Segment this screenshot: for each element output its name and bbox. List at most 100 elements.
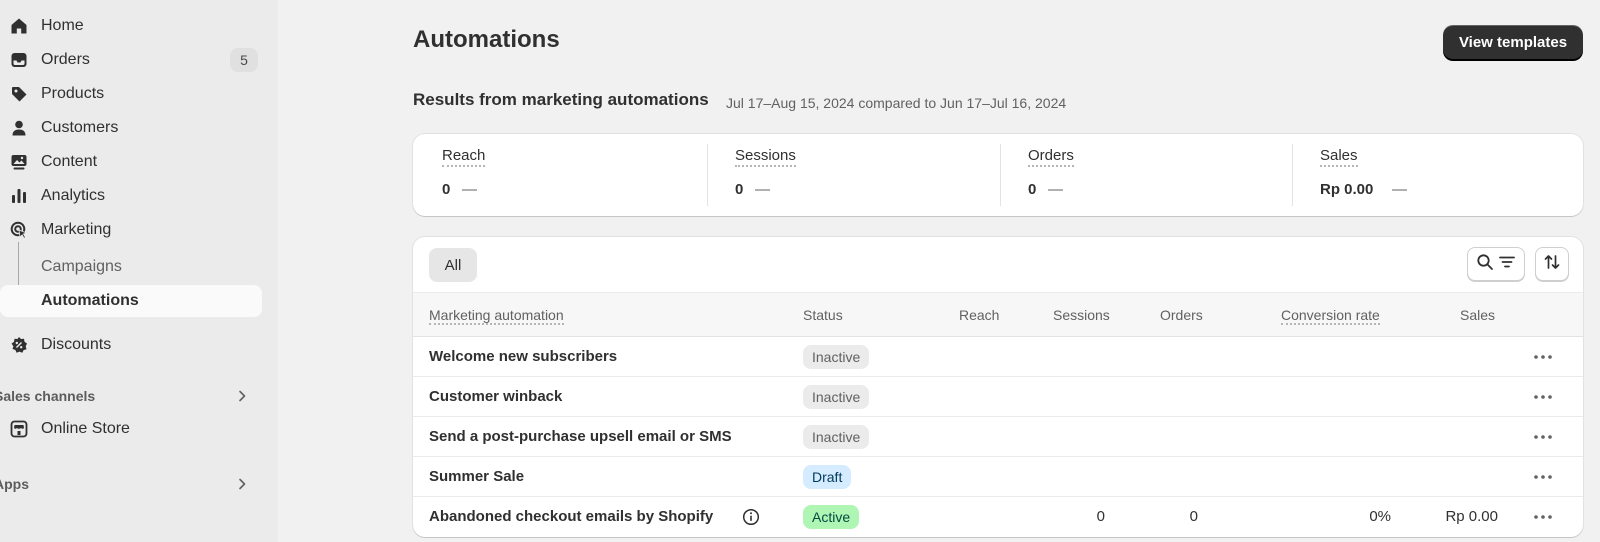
sidebar-item-label: Online Store: [41, 420, 130, 437]
sales-value: Rp 0.00: [1445, 508, 1498, 525]
sales-channels-section[interactable]: Sales channels: [0, 382, 256, 410]
orders-count-badge: 5: [230, 48, 258, 72]
metric-sessions: Sessions 0 —: [707, 134, 995, 216]
column-header-sessions: Sessions: [1053, 307, 1110, 323]
sessions-value: 0: [1096, 508, 1105, 525]
sidebar-item-automations[interactable]: Automations: [0, 285, 262, 317]
metric-change: —: [462, 181, 477, 198]
sidebar-item-label: Discounts: [41, 336, 112, 353]
person-icon: [8, 119, 30, 137]
main-content: Automations View templates Results from …: [278, 0, 1600, 542]
more-actions-icon[interactable]: [1531, 347, 1555, 367]
sidebar-item-label: Orders: [41, 51, 90, 68]
table-row[interactable]: Summer Sale Draft: [413, 457, 1583, 497]
column-header-conversion-rate[interactable]: Conversion rate: [1281, 307, 1380, 325]
metric-value: 0: [1028, 181, 1037, 198]
results-date-range: Jul 17–Aug 15, 2024 compared to Jun 17–J…: [726, 95, 1067, 111]
view-templates-button[interactable]: View templates: [1443, 25, 1583, 59]
store-icon: [8, 420, 30, 438]
automation-name: Customer winback: [429, 388, 563, 405]
metric-label[interactable]: Reach: [442, 147, 486, 167]
table-row[interactable]: Send a post-purchase upsell email or SMS…: [413, 417, 1583, 457]
status-badge: Draft: [803, 465, 852, 489]
metric-orders: Orders 0 —: [1000, 134, 1288, 216]
status-badge: Active: [803, 505, 860, 529]
sidebar-item-marketing[interactable]: Marketing: [0, 214, 262, 246]
column-header-reach: Reach: [959, 307, 1000, 323]
column-header-sales: Sales: [1460, 307, 1496, 323]
more-actions-icon[interactable]: [1531, 387, 1555, 407]
table-row[interactable]: Abandoned checkout emails by Shopify Act…: [413, 497, 1583, 537]
apps-label: Apps: [0, 476, 29, 492]
sidebar-item-online-store[interactable]: Online Store: [0, 413, 262, 445]
sidebar-item-home[interactable]: Home: [0, 10, 262, 42]
column-header-status: Status: [803, 307, 843, 323]
tag-icon: [8, 85, 30, 103]
sidebar-item-label: Customers: [41, 119, 119, 136]
more-actions-icon[interactable]: [1531, 427, 1555, 447]
sidebar-nav: Home Orders 5 Products Customers Content…: [0, 0, 278, 542]
metric-reach: Reach 0 —: [442, 134, 702, 216]
results-title: Results from marketing automations: [413, 90, 709, 109]
sort-icon: [1543, 253, 1561, 276]
home-icon: [8, 17, 30, 35]
automation-name: Summer Sale: [429, 468, 525, 485]
metric-label[interactable]: Sessions: [735, 147, 796, 167]
metric-label[interactable]: Orders: [1028, 147, 1074, 167]
metric-sales: Sales Rp 0.00 —: [1292, 134, 1560, 216]
target-icon: [8, 221, 30, 239]
chevron-right-icon: [234, 476, 250, 495]
metric-change: —: [1392, 181, 1407, 198]
table-row[interactable]: Customer winback Inactive: [413, 377, 1583, 417]
chevron-right-icon: [234, 388, 250, 407]
metrics-card: Reach 0 — Sessions 0 — Orders 0 — Sales …: [413, 134, 1583, 216]
sidebar-item-customers[interactable]: Customers: [0, 112, 262, 144]
apps-section[interactable]: Apps: [0, 470, 256, 498]
sales-channels-label: Sales channels: [0, 388, 96, 404]
automations-table-card: All Marketing automation Status Reach Se…: [413, 237, 1583, 537]
table-header: Marketing automation Status Reach Sessio…: [413, 292, 1583, 337]
sidebar-item-campaigns[interactable]: Campaigns: [0, 251, 262, 283]
orders-value: 0: [1189, 508, 1198, 525]
search-filter-button[interactable]: [1467, 247, 1525, 281]
metric-change: —: [1048, 181, 1063, 198]
automation-name: Welcome new subscribers: [429, 348, 618, 365]
sidebar-item-label: Content: [41, 153, 98, 170]
search-icon: [1476, 253, 1494, 276]
sidebar-item-label: Products: [41, 85, 105, 102]
inbox-icon: [8, 51, 30, 69]
page-title: Automations: [413, 26, 560, 53]
discount-icon: [8, 336, 30, 354]
sidebar-item-label: Home: [41, 17, 84, 34]
sort-button[interactable]: [1535, 247, 1569, 281]
table-row[interactable]: Welcome new subscribers Inactive: [413, 337, 1583, 377]
sidebar-item-label: Analytics: [41, 187, 106, 204]
metric-value: 0: [442, 181, 451, 198]
metric-label[interactable]: Sales: [1320, 147, 1358, 167]
metric-value: Rp 0.00: [1320, 181, 1374, 198]
automation-name: Abandoned checkout emails by Shopify: [429, 508, 714, 525]
sidebar-item-discounts[interactable]: Discounts: [0, 329, 262, 361]
image-icon: [8, 153, 30, 171]
sidebar-item-content[interactable]: Content: [0, 146, 262, 178]
more-actions-icon[interactable]: [1531, 467, 1555, 487]
status-badge: Inactive: [803, 345, 870, 369]
sidebar-item-products[interactable]: Products: [0, 78, 262, 110]
tab-all[interactable]: All: [429, 248, 477, 282]
sidebar-item-label: Campaigns: [41, 258, 122, 275]
status-badge: Inactive: [803, 385, 870, 409]
sidebar-item-label: Automations: [41, 292, 139, 309]
sidebar-item-label: Marketing: [41, 221, 112, 238]
conversion-rate-value: 0%: [1369, 508, 1391, 525]
metric-value: 0: [735, 181, 744, 198]
automation-name: Send a post-purchase upsell email or SMS: [429, 428, 732, 445]
more-actions-icon[interactable]: [1531, 507, 1555, 527]
bar-chart-icon: [8, 187, 30, 205]
metric-change: —: [755, 181, 770, 198]
column-header-automation[interactable]: Marketing automation: [429, 307, 564, 325]
sidebar-item-analytics[interactable]: Analytics: [0, 180, 262, 212]
filter-icon: [1498, 253, 1516, 276]
sidebar-item-orders[interactable]: Orders 5: [0, 44, 262, 76]
status-badge: Inactive: [803, 425, 870, 449]
info-icon[interactable]: [742, 508, 760, 531]
